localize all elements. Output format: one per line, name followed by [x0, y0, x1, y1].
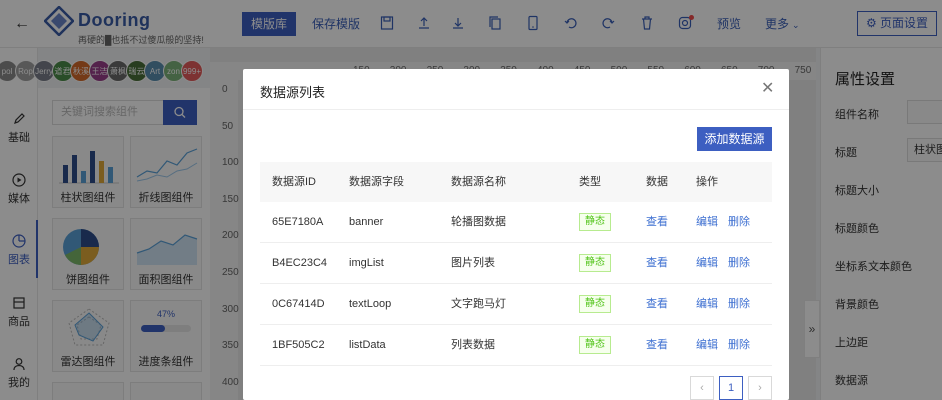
view-data-link[interactable]: 查看: [646, 243, 668, 283]
datasource-id: 65E7180A: [272, 216, 324, 228]
type-badge: 静态: [579, 254, 611, 272]
pagination-page[interactable]: 1: [719, 376, 743, 400]
modal-title: 数据源列表: [260, 85, 326, 100]
table-row: B4EC23C4 imgList 图片列表 静态 查看 编辑 删除: [260, 243, 772, 284]
datasource-id: 0C67414D: [272, 298, 325, 310]
view-data-link[interactable]: 查看: [646, 284, 668, 324]
delete-link[interactable]: 删除: [728, 325, 750, 365]
type-badge: 静态: [579, 213, 611, 231]
column-header: 数据: [646, 176, 668, 188]
edit-link[interactable]: 编辑: [696, 325, 718, 365]
datasource-field: listData: [349, 339, 386, 351]
column-header: 数据源ID: [272, 176, 316, 188]
delete-link[interactable]: 删除: [728, 202, 750, 242]
edit-link[interactable]: 编辑: [696, 284, 718, 324]
datasource-id: B4EC23C4: [272, 257, 328, 269]
modal-header: 数据源列表 ✕: [243, 69, 789, 110]
table-row: 0C67414D textLoop 文字跑马灯 静态 查看 编辑 删除: [260, 284, 772, 325]
table-header: 数据源ID 数据源字段 数据源名称 类型 数据 操作: [260, 162, 772, 202]
column-header: 操作: [696, 176, 718, 188]
datasource-name: 文字跑马灯: [451, 298, 506, 310]
datasource-field: banner: [349, 216, 384, 228]
delete-link[interactable]: 删除: [728, 243, 750, 283]
add-datasource-button[interactable]: 添加数据源: [697, 127, 772, 151]
type-badge: 静态: [579, 295, 611, 313]
datasource-modal: 数据源列表 ✕ 添加数据源 数据源ID 数据源字段 数据源名称 类型 数据 操作…: [243, 69, 789, 400]
view-data-link[interactable]: 查看: [646, 325, 668, 365]
datasource-field: imgList: [349, 257, 384, 269]
datasource-id: 1BF505C2: [272, 339, 325, 351]
table-row: 65E7180A banner 轮播图数据 静态 查看 编辑 删除: [260, 202, 772, 243]
datasource-name: 列表数据: [451, 339, 495, 351]
column-header: 类型: [579, 176, 601, 188]
close-icon[interactable]: ✕: [761, 81, 774, 97]
datasource-name: 图片列表: [451, 257, 495, 269]
column-header: 数据源字段: [349, 176, 404, 188]
datasource-field: textLoop: [349, 298, 392, 310]
pagination-prev[interactable]: ‹: [690, 376, 714, 400]
table-row: 1BF505C2 listData 列表数据 静态 查看 编辑 删除: [260, 325, 772, 366]
delete-link[interactable]: 删除: [728, 284, 750, 324]
column-header: 数据源名称: [451, 176, 506, 188]
edit-link[interactable]: 编辑: [696, 243, 718, 283]
pagination-next[interactable]: ›: [748, 376, 772, 400]
edit-link[interactable]: 编辑: [696, 202, 718, 242]
datasource-name: 轮播图数据: [451, 216, 506, 228]
view-data-link[interactable]: 查看: [646, 202, 668, 242]
type-badge: 静态: [579, 336, 611, 354]
